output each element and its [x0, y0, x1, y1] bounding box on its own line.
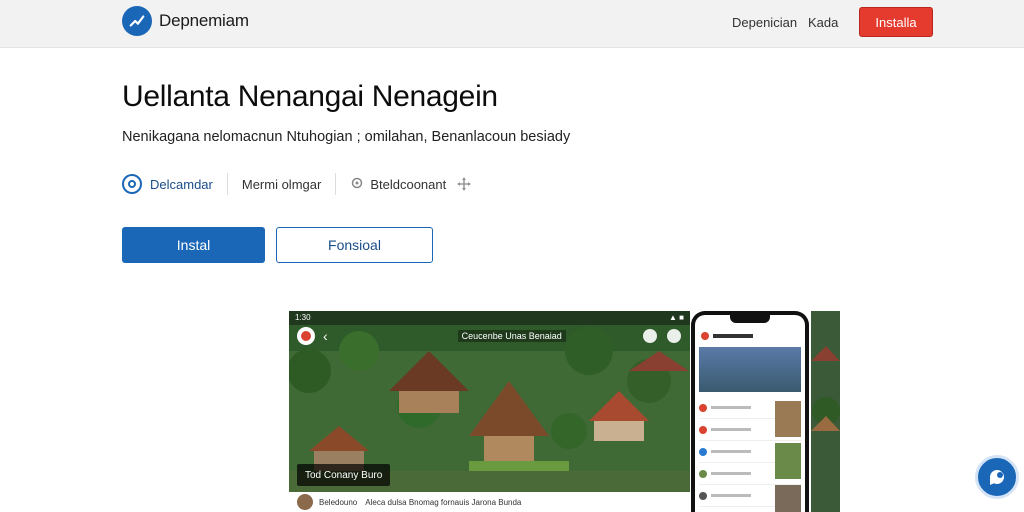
caption-pill: Tod Conany Buro	[297, 464, 391, 486]
phone-title-line	[713, 334, 753, 338]
install-button[interactable]: Instal	[122, 227, 265, 263]
category-meta: Mermi olmgar	[242, 177, 321, 192]
desktop-app-bar: ‹ Ceucenbe Unas Benaiad	[289, 325, 690, 347]
page-title: Uellanta Nenangai Nenagein	[122, 80, 498, 113]
chat-icon[interactable]	[643, 329, 657, 343]
phone-screenshot[interactable]	[691, 311, 809, 512]
screenshot-showcase: 1:30 ▲ ■ ‹ Ceucenbe Unas Benaiad Tod Con…	[289, 311, 840, 512]
developer-meta[interactable]: Delcamdar	[122, 174, 213, 194]
header-install-button[interactable]: Installa	[859, 7, 933, 37]
back-arrow-icon[interactable]: ‹	[323, 328, 328, 344]
status-bar: 1:30 ▲ ■	[289, 311, 690, 325]
desktop-screenshot[interactable]: 1:30 ▲ ■ ‹ Ceucenbe Unas Benaiad Tod Con…	[289, 311, 690, 512]
menu-icon[interactable]	[667, 329, 681, 343]
brand-name[interactable]: Depnemiam	[159, 11, 249, 31]
strip-name: Beledouno	[319, 497, 358, 507]
phone-notch	[730, 315, 770, 323]
bottom-strip: Beledouno Aleca dulsa Bnomag fornauis Ja…	[289, 492, 690, 512]
desktop-app-title: Ceucenbe Unas Benaiad	[457, 330, 566, 342]
status-time: 1:30	[295, 313, 311, 322]
developer-logo-icon	[122, 174, 142, 194]
move-icon[interactable]	[456, 176, 472, 192]
thumbnail	[775, 443, 801, 479]
page-subtitle: Nenikagana nelomacnun Ntuhogian ; omilah…	[122, 129, 571, 145]
pin-icon	[352, 177, 363, 189]
location-meta: Bteldcoonant	[350, 176, 472, 192]
nav-link-kada[interactable]: Kada	[808, 15, 838, 30]
thumbnail	[775, 401, 801, 437]
phone-screen	[695, 315, 805, 512]
divider	[335, 173, 337, 195]
app-logo-icon[interactable]	[297, 327, 315, 345]
app-logo-icon	[701, 332, 709, 340]
pencil-check-icon	[129, 15, 145, 27]
phone-app-bar	[695, 327, 805, 345]
divider	[226, 173, 228, 195]
strip-text: Aleca dulsa Bnomag fornauis Jarona Bunda	[365, 497, 522, 507]
side-scene-image	[811, 311, 840, 512]
app-meta-row: Delcamdar Mermi olmgar Bteldcoonant	[122, 170, 472, 198]
chat-fab-button[interactable]	[975, 455, 1019, 499]
side-screenshot[interactable]	[811, 311, 840, 512]
top-header: Depnemiam Depenician Kada Installa	[0, 0, 1024, 48]
phone-hero-image	[699, 347, 801, 392]
app-logo-icon[interactable]	[122, 6, 152, 36]
thumbnail	[775, 485, 801, 512]
secondary-button[interactable]: Fonsioal	[276, 227, 433, 263]
location-label: Bteldcoonant	[370, 176, 447, 192]
caption-text: Tod Conany Buro	[305, 469, 383, 481]
category-label: Mermi olmgar	[241, 176, 322, 192]
avatar	[297, 494, 313, 510]
developer-name: Delcamdar	[150, 176, 213, 192]
chat-bubble-icon	[989, 469, 1004, 485]
nav-link-depenician[interactable]: Depenician	[732, 15, 797, 30]
status-icons: ▲ ■	[669, 313, 684, 322]
